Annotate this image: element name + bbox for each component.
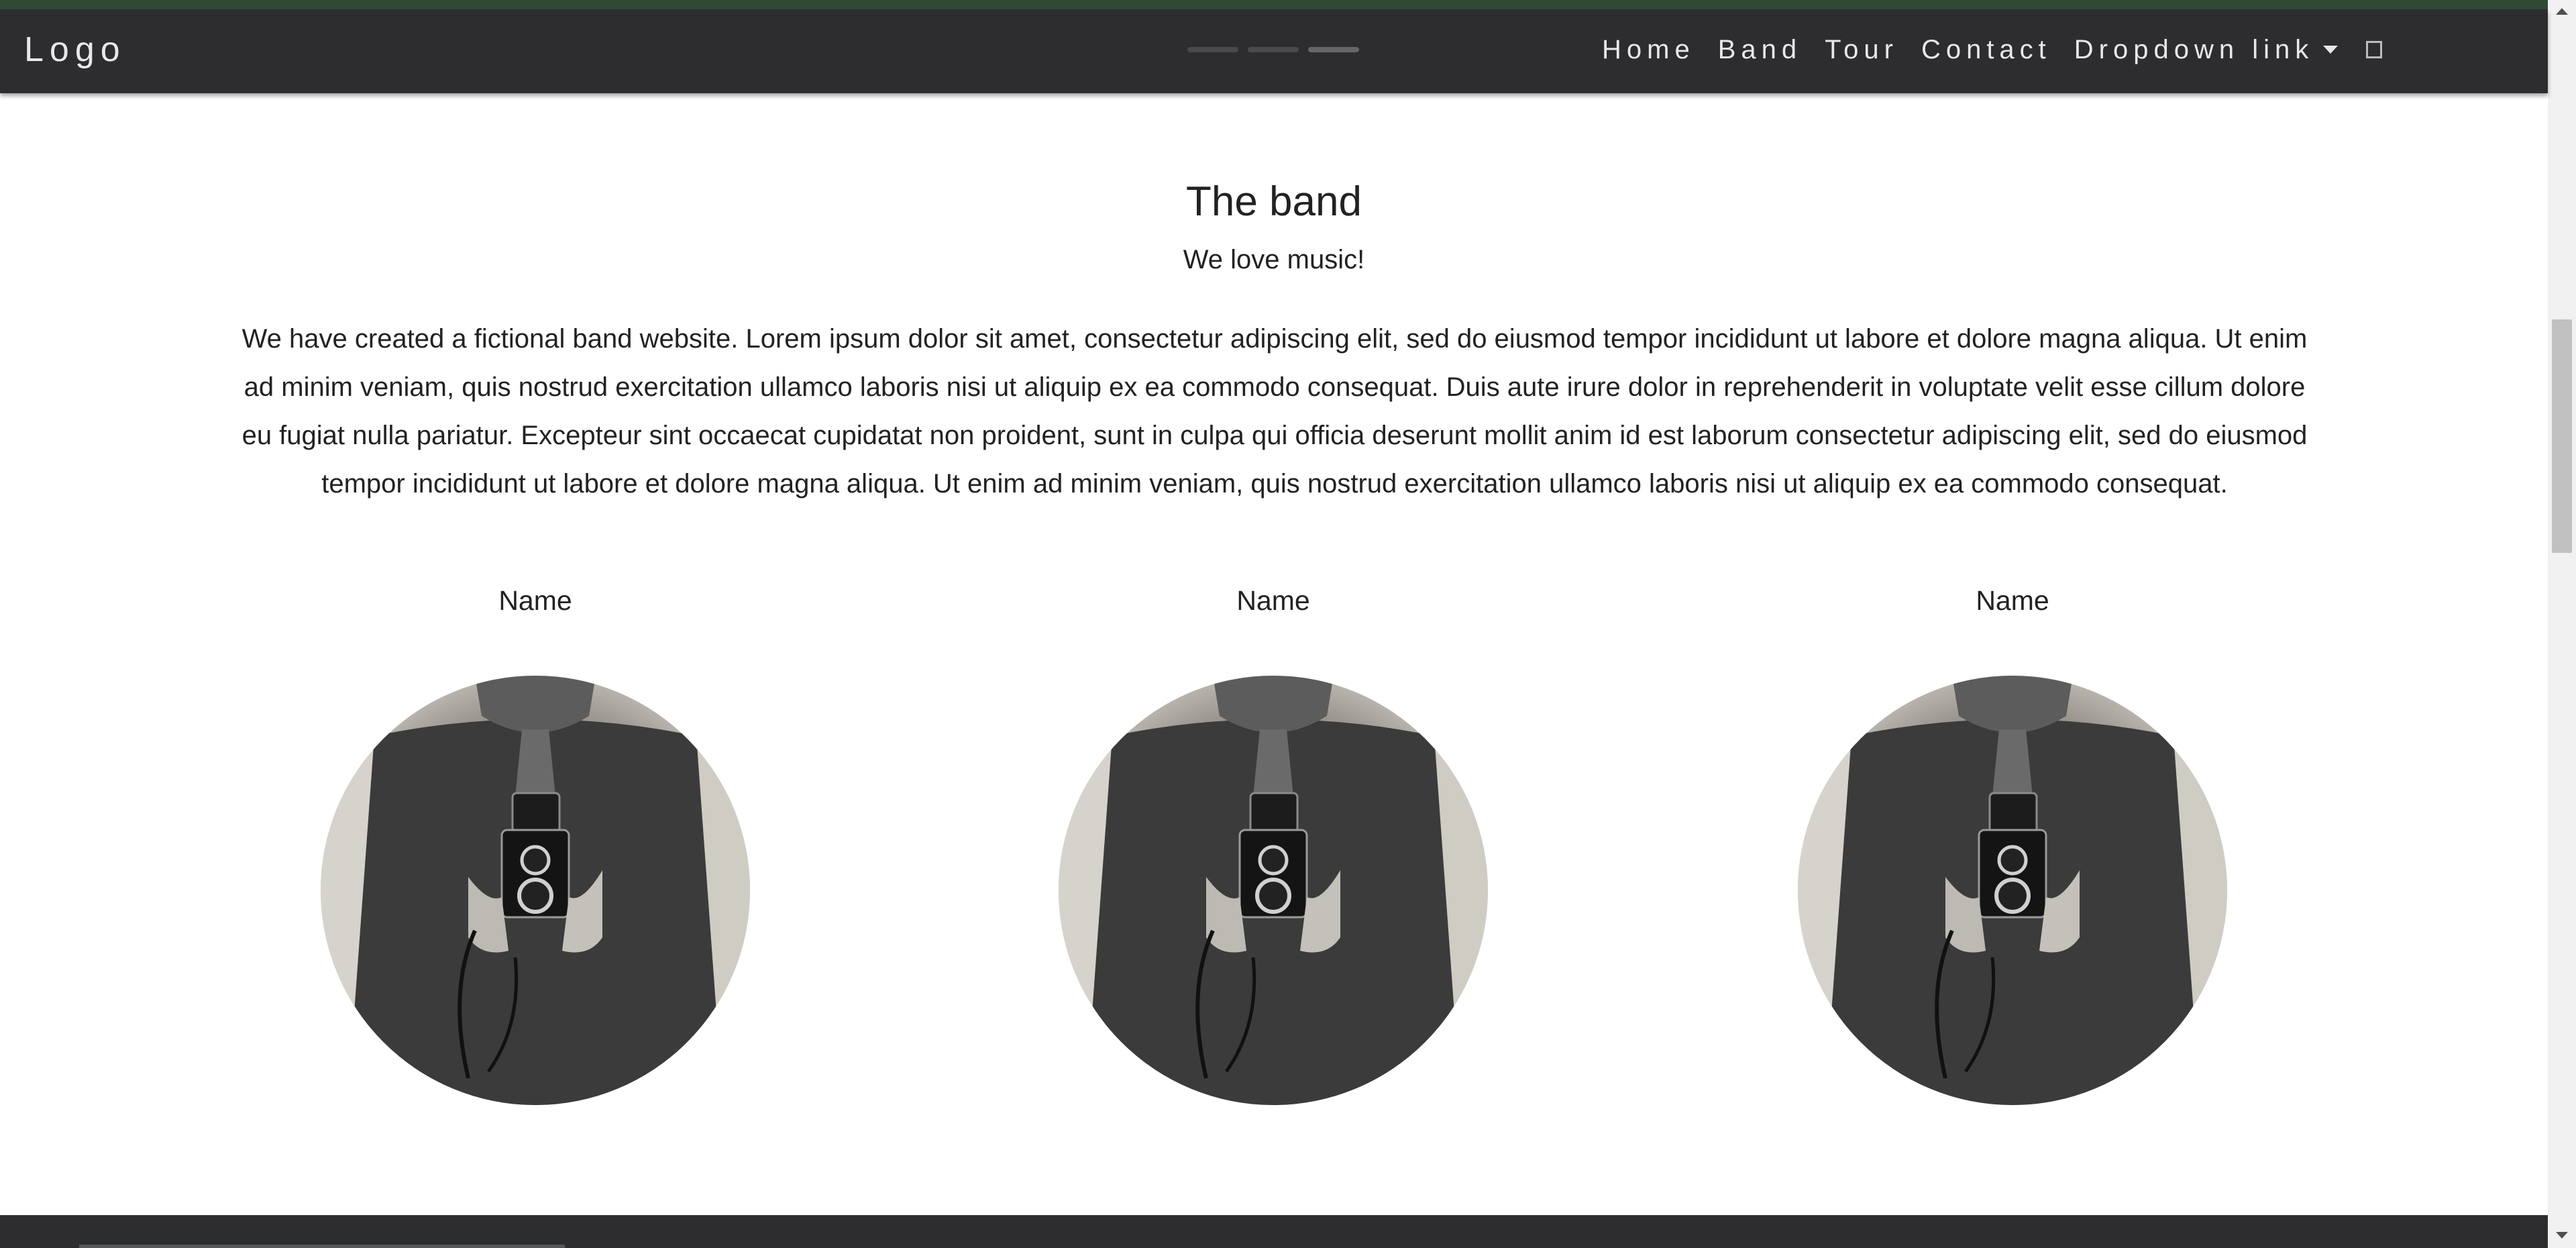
nav-item-dropdown[interactable]: Dropdown link [2074,34,2339,65]
section-subtitle: We love music! [1183,245,1365,274]
member-name: Name [1976,585,2049,616]
camera-photo-icon[interactable] [321,676,750,1105]
caret-down-icon [2323,46,2339,54]
footer [0,1215,2548,1248]
band-member-1: Name [314,580,757,1105]
section-description: We have created a fictional band website… [241,324,2308,499]
nav-menu: Home Band Tour Contact Dropdown link [1602,30,2405,70]
search-button[interactable] [2361,41,2383,58]
camera-photo-icon[interactable] [1798,676,2227,1105]
scrollbar-thumb[interactable] [2552,319,2572,553]
scroll-up-icon[interactable] [2556,8,2568,15]
camera-photo-icon[interactable] [1059,676,1488,1105]
browser-top-strip [0,0,2548,9]
nav-item-band[interactable]: Band [1718,35,1802,65]
brand-logo[interactable]: Logo [24,30,126,70]
carousel-indicator-2[interactable] [1248,47,1299,52]
footer-divider [79,1245,565,1248]
nav-item-home[interactable]: Home [1602,35,1695,65]
carousel-indicator-3[interactable] [1308,47,1359,52]
nav-item-contact[interactable]: Contact [1921,35,2051,65]
search-placeholder-icon [2366,41,2383,58]
band-member-2: Name [1052,580,1495,1105]
band-member-3: Name [1791,580,2234,1105]
band-section: The band We love music! We have created … [0,93,2548,1215]
nav-item-tour[interactable]: Tour [1825,35,1898,65]
member-name: Name [1236,585,1310,616]
carousel-indicator-1[interactable] [1187,47,1238,52]
scroll-down-icon[interactable] [2556,1232,2568,1239]
member-name: Name [498,585,572,616]
page-scrollbar[interactable] [2548,0,2576,1248]
section-title: The band [1186,178,1362,225]
dropdown-label: Dropdown link [2074,34,2314,64]
navbar: Logo Home Band Tour Contact Dropdown lin… [0,9,2548,93]
carousel-indicators [1187,43,1362,56]
